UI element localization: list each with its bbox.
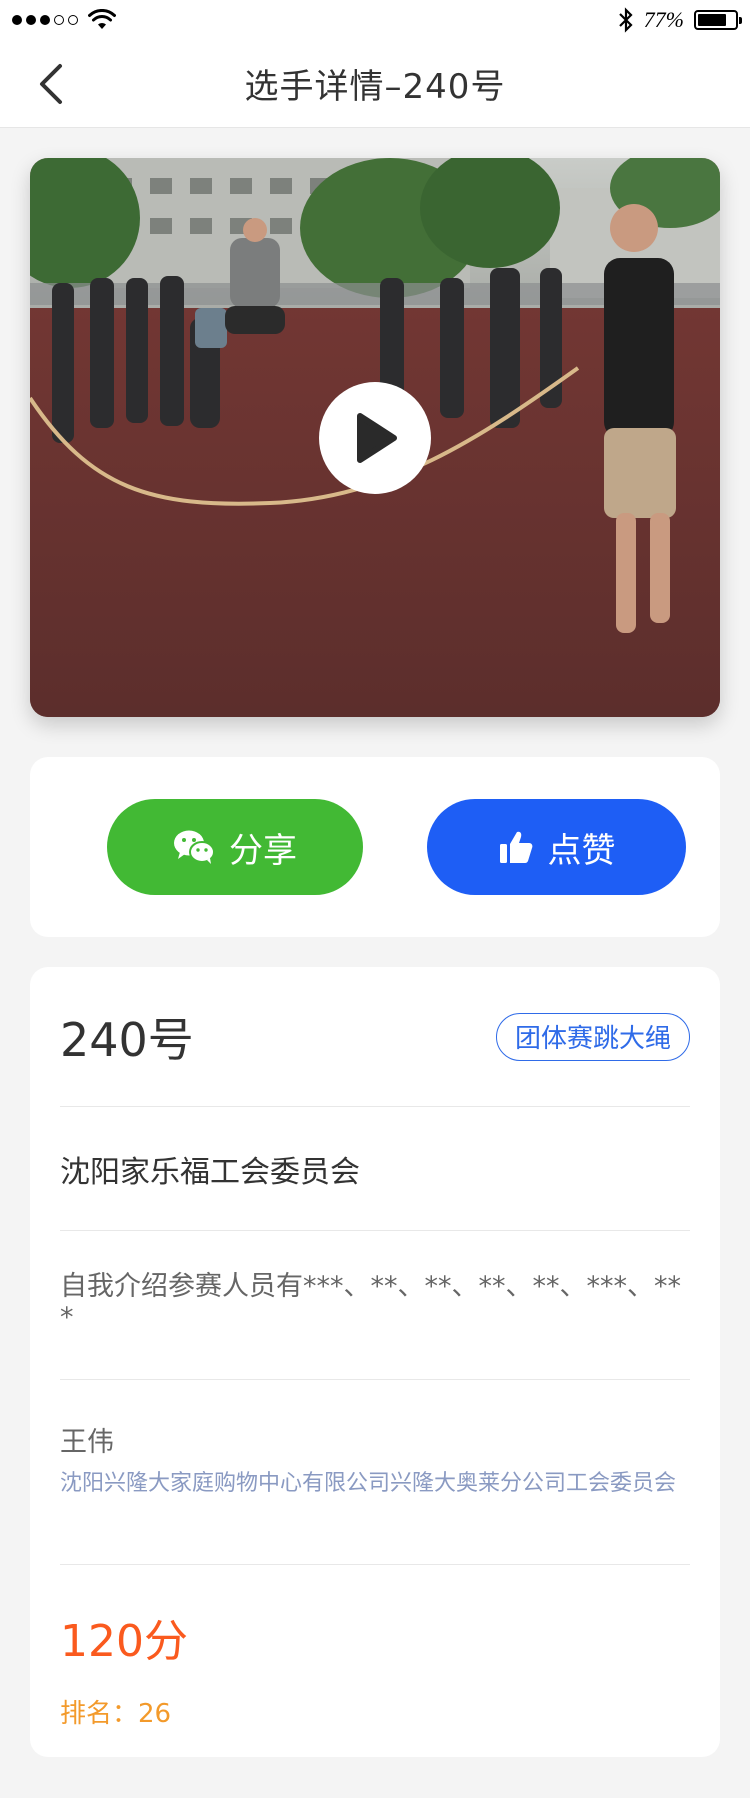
battery-percentage: 77%: [643, 7, 684, 32]
play-icon: [357, 413, 397, 463]
score-row: 120分 排名：26: [60, 1565, 690, 1730]
share-button[interactable]: 分享: [107, 799, 363, 895]
contact-name: 王伟: [60, 1427, 114, 1458]
organization-row: 沈阳家乐福工会委员会: [60, 1107, 690, 1231]
share-label: 分享: [229, 830, 297, 871]
battery-icon: [694, 10, 742, 30]
nav-bar: 选手详情–240号: [0, 40, 750, 128]
rank-value: 26: [138, 1699, 172, 1729]
bluetooth-icon: [618, 7, 633, 33]
signal-dot: [26, 15, 36, 25]
intro-text: 自我介绍参赛人员有***、**、**、**、**、***、***: [60, 1271, 681, 1333]
intro-row: 自我介绍参赛人员有***、**、**、**、**、***、***: [60, 1231, 690, 1380]
back-button[interactable]: [34, 60, 78, 108]
play-button[interactable]: [319, 382, 431, 494]
contact-row: 王伟 沈阳兴隆大家庭购物中心有限公司兴隆大奥莱分公司工会委员会: [60, 1380, 690, 1565]
status-left: [12, 9, 116, 31]
status-right: 77%: [618, 7, 742, 33]
signal-dot: [54, 15, 64, 25]
thumbs-up-icon: [499, 831, 532, 863]
rank: 排名：26: [60, 1693, 690, 1730]
battery-level: [698, 14, 726, 26]
wifi-icon: [88, 9, 116, 29]
signal-dot: [68, 15, 78, 25]
player-number-row: 240号 团体赛跳大绳: [60, 967, 690, 1107]
rank-label: 排名：: [60, 1699, 139, 1729]
detail-card: 240号 团体赛跳大绳 沈阳家乐福工会委员会 自我介绍参赛人员有***、**、*…: [30, 967, 720, 1757]
score-value: 120分: [60, 1616, 188, 1667]
signal-dot: [40, 15, 50, 25]
page-title: 选手详情–240号: [244, 67, 506, 107]
wechat-icon: [174, 830, 215, 864]
like-label: 点赞: [547, 830, 616, 871]
chevron-left-icon: [40, 64, 62, 104]
player-number: 240号: [60, 1012, 194, 1067]
action-card: 分享 点赞: [30, 757, 720, 937]
organization-name: 沈阳家乐福工会委员会: [60, 1154, 360, 1190]
signal-dot: [12, 15, 22, 25]
video-player[interactable]: [30, 158, 720, 717]
like-button[interactable]: 点赞: [427, 799, 686, 895]
category-tag: 团体赛跳大绳: [495, 1012, 690, 1061]
contact-company: 沈阳兴隆大家庭购物中心有限公司兴隆大奥莱分公司工会委员会: [60, 1471, 677, 1496]
status-bar: 77%: [0, 0, 750, 40]
